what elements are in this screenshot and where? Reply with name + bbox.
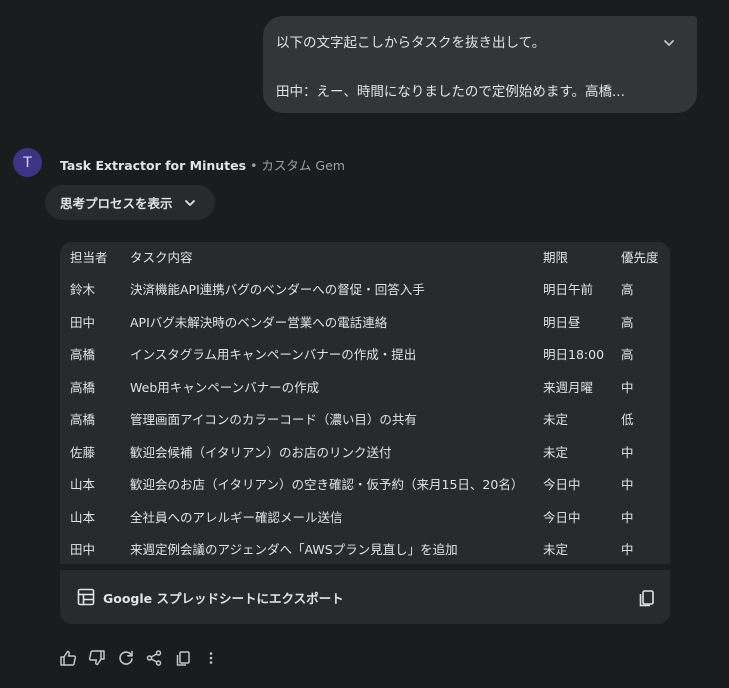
- cell-assignee: 田中: [70, 314, 96, 330]
- cell-task: 来週定例会議のアジェンダへ「AWSプラン見直し」を追加: [130, 541, 458, 557]
- cell-task: インスタグラム用キャンペーンバナーの作成・提出: [130, 347, 417, 362]
- cell-task: 全社員へのアレルギー確認メール送信: [130, 509, 343, 525]
- thumb-up-button[interactable]: [58, 648, 78, 668]
- cell-priority: 中: [621, 477, 634, 492]
- regenerate-button[interactable]: [116, 648, 136, 668]
- cell-assignee: 田中: [70, 541, 96, 557]
- table-row: 田中 APIバグ未解決時のベンダー営業への電話連絡 明日昼 高: [60, 307, 670, 339]
- cell-task: 決済機能API連携バグのベンダーへの督促・回答入手: [130, 282, 425, 297]
- cell-deadline: 未定: [543, 541, 569, 557]
- share-button[interactable]: [144, 648, 164, 668]
- user-message-bubble: 以下の文字起こしからタスクを抜き出して。 田中：えー、時間になりましたので定例始…: [263, 16, 697, 113]
- user-message-line-2: 田中：えー、時間になりましたので定例始めます。高橋...: [276, 84, 625, 100]
- cell-deadline: 明日昼: [543, 314, 581, 330]
- cell-assignee: 山本: [70, 477, 96, 492]
- cell-task: 管理画面アイコンのカラーコード（濃い目）の共有: [130, 412, 417, 427]
- cell-priority: 高: [621, 314, 634, 330]
- more-options-button[interactable]: [201, 648, 221, 668]
- thumb-down-button[interactable]: [87, 648, 107, 668]
- expand-message-button[interactable]: [659, 33, 679, 53]
- cell-deadline: 来週月曜: [543, 379, 594, 395]
- gem-name: Task Extractor for Minutes: [60, 158, 247, 173]
- cell-deadline: 未定: [543, 412, 569, 427]
- table-row: 高橋 Web用キャンペーンバナーの作成 来週月曜 中: [60, 372, 670, 404]
- copy-icon: [176, 651, 190, 666]
- cell-priority: 高: [621, 347, 634, 362]
- cell-task: APIバグ未解決時のベンダー営業への電話連絡: [130, 314, 388, 330]
- show-thinking-label: 思考プロセスを表示: [60, 196, 173, 211]
- table-row: 鈴木 決済機能API連携バグのベンダーへの督促・回答入手 明日午前 高: [60, 274, 670, 306]
- cell-assignee: 高橋: [70, 379, 96, 395]
- header-deadline: 期限: [543, 250, 569, 265]
- cell-task: 歓迎会のお店（イタリアン）の空き確認・仮予約（来月15日、20名）: [130, 477, 524, 492]
- table-row: 山本 全社員へのアレルギー確認メール送信 今日中 中: [60, 502, 670, 534]
- show-thinking-button[interactable]: 思考プロセスを表示: [45, 185, 215, 220]
- thumb-down-icon: [88, 650, 105, 666]
- cell-task: Web用キャンペーンバナーの作成: [130, 379, 320, 395]
- cell-priority: 高: [621, 282, 634, 297]
- table-row: 田中 来週定例会議のアジェンダへ「AWSプラン見直し」を追加 未定 中: [60, 534, 670, 565]
- thumb-up-icon: [60, 650, 77, 666]
- cell-deadline: 未定: [543, 444, 569, 460]
- table-header-row: 担当者 タスク内容 期限 優先度: [60, 242, 670, 274]
- export-to-sheets-button[interactable]: Google スプレッドシートにエクスポート: [103, 588, 344, 607]
- task-table: 担当者 タスク内容 期限 優先度 鈴木 決済機能API連携バグのベンダーへの督促…: [60, 242, 670, 564]
- chevron-down-icon: [183, 196, 197, 210]
- cell-priority: 中: [621, 541, 634, 557]
- gem-type: カスタム Gem: [261, 158, 345, 173]
- gem-avatar: T: [13, 148, 42, 177]
- cell-assignee: 山本: [70, 509, 96, 525]
- header-priority: 優先度: [621, 250, 659, 265]
- export-bar: Google スプレッドシートにエクスポート: [60, 570, 670, 624]
- cell-deadline: 今日中: [543, 509, 581, 525]
- cell-priority: 低: [621, 412, 634, 427]
- share-icon: [146, 650, 162, 666]
- header-assignee: 担当者: [70, 250, 108, 265]
- table-icon: [77, 588, 95, 606]
- cell-assignee: 佐藤: [70, 444, 96, 460]
- table-row: 高橋 インスタグラム用キャンペーンバナーの作成・提出 明日18:00 高: [60, 339, 670, 371]
- cell-deadline: 明日午前: [543, 282, 594, 297]
- table-row: 高橋 管理画面アイコンのカラーコード（濃い目）の共有 未定 低: [60, 404, 670, 436]
- user-message-line-1: 以下の文字起こしからタスクを抜き出して。: [276, 35, 546, 51]
- copy-response-button[interactable]: [173, 648, 193, 668]
- copy-icon[interactable]: [636, 586, 658, 608]
- cell-assignee: 高橋: [70, 412, 96, 427]
- regenerate-icon: [119, 650, 133, 665]
- chevron-down-icon: [664, 40, 674, 46]
- cell-assignee: 鈴木: [70, 282, 96, 297]
- gem-separator: •: [250, 158, 258, 173]
- cell-priority: 中: [621, 444, 634, 460]
- gem-title: Task Extractor for Minutes • カスタム Gem: [60, 155, 345, 174]
- cell-deadline: 明日18:00: [543, 347, 605, 362]
- cell-assignee: 高橋: [70, 347, 96, 362]
- cell-task: 歓迎会候補（イタリアン）のお店のリンク送付: [130, 444, 392, 460]
- cell-priority: 中: [621, 509, 634, 525]
- more-vert-icon: [209, 652, 213, 664]
- cell-deadline: 今日中: [543, 477, 581, 492]
- table-row: 佐藤 歓迎会候補（イタリアン）のお店のリンク送付 未定 中: [60, 437, 670, 469]
- header-task: タスク内容: [130, 250, 193, 265]
- cell-priority: 中: [621, 379, 634, 395]
- table-row: 山本 歓迎会のお店（イタリアン）の空き確認・仮予約（来月15日、20名） 今日中…: [60, 469, 670, 501]
